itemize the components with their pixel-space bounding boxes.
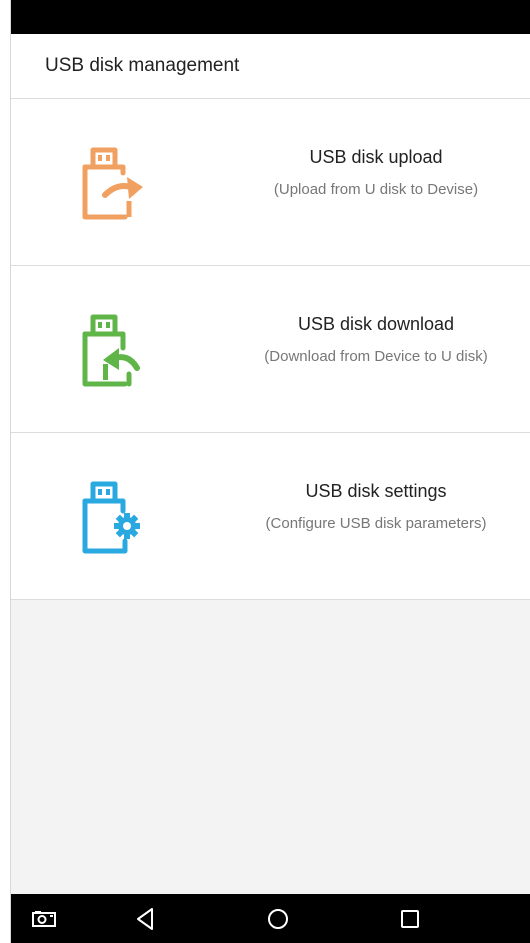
settings-label: USB disk settings (305, 481, 447, 501)
usb-upload-icon (82, 147, 143, 220)
app-frame: USB disk management USB disk upload (Upl… (10, 0, 530, 943)
usb-settings-icon (82, 481, 140, 554)
navigation-bar (11, 894, 530, 943)
usb-disk-settings-item[interactable]: USB disk settings (Configure USB disk pa… (11, 433, 530, 600)
recents-icon[interactable] (397, 906, 423, 932)
back-icon[interactable] (133, 906, 159, 932)
gear-icon (114, 513, 140, 539)
app-header: USB disk management (11, 34, 530, 99)
usb-disk-upload-item[interactable]: USB disk upload (Upload from U disk to D… (11, 99, 530, 266)
download-label: USB disk download (297, 314, 455, 334)
upload-label: USB disk upload (309, 147, 443, 167)
download-desc: (Download from Device to U disk) (264, 348, 488, 365)
page-title: USB disk management (45, 55, 240, 76)
settings-desc: (Configure USB disk parameters) (265, 515, 487, 532)
usb-disk-download-item[interactable]: USB disk download (Download from Device … (11, 266, 530, 433)
status-bar (11, 0, 530, 34)
upload-desc: (Upload from U disk to Devise) (273, 181, 479, 198)
home-icon[interactable] (265, 906, 291, 932)
screenshot-icon[interactable] (31, 906, 57, 932)
usb-download-icon (82, 314, 140, 387)
